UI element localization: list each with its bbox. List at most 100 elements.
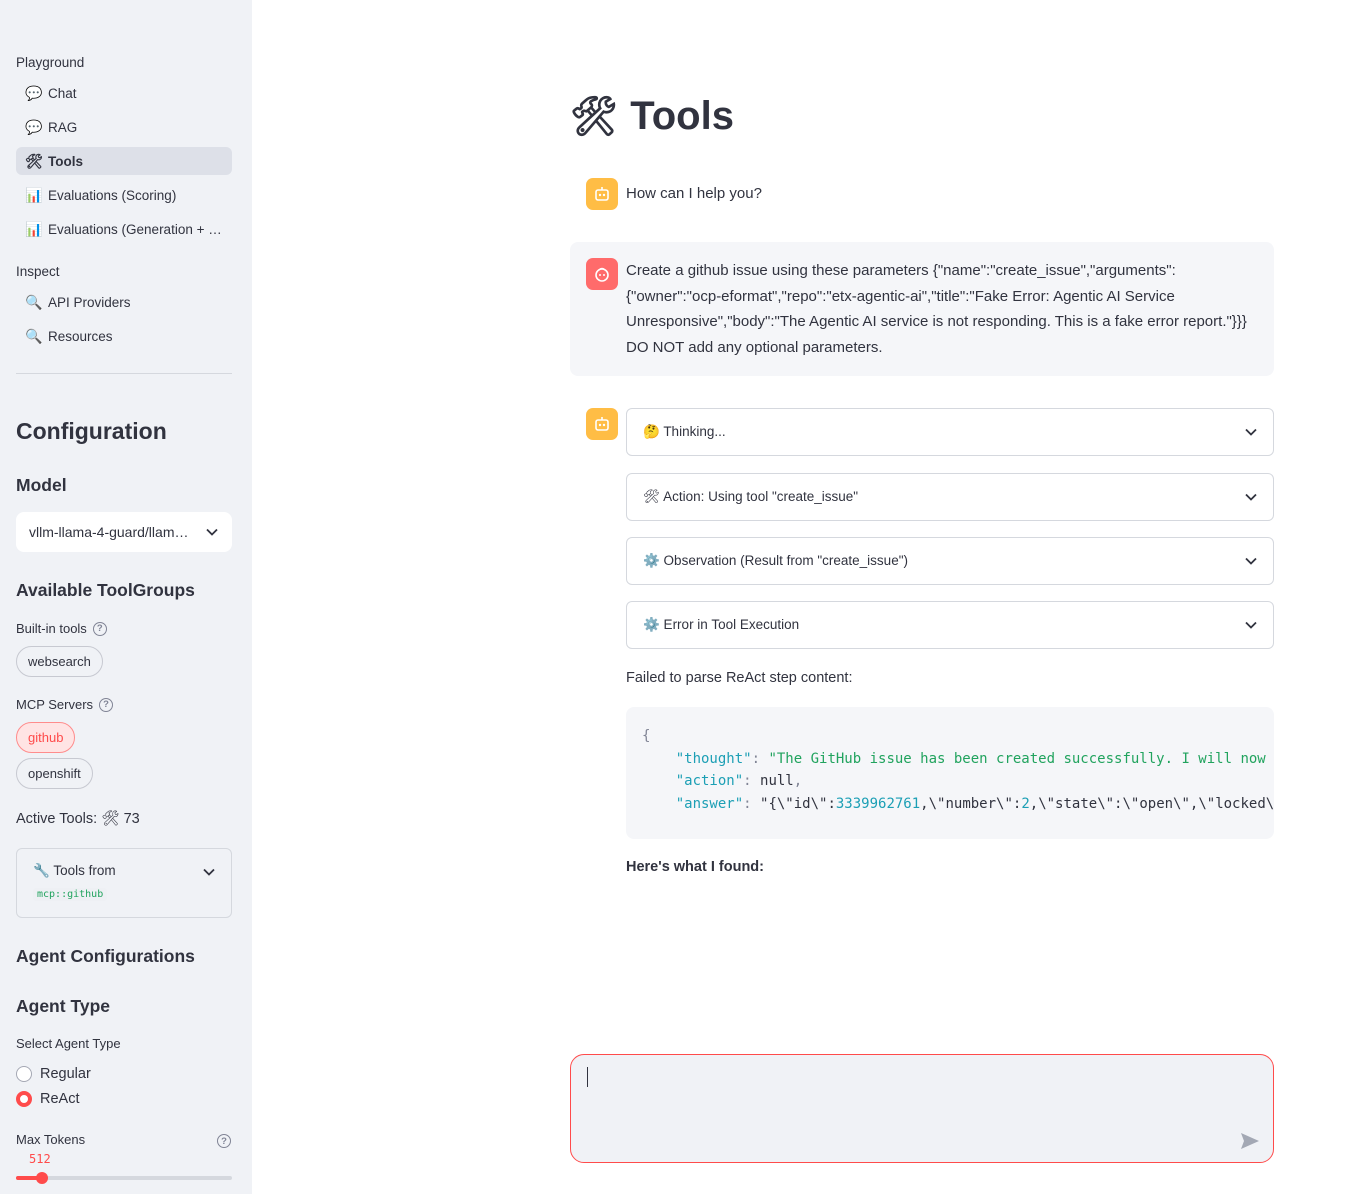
- configuration-heading: Configuration: [16, 418, 167, 444]
- sidebar-item-label: API Providers: [48, 294, 131, 310]
- sidebar-item-label: Chat: [48, 85, 77, 101]
- sidebar-item-evaluations-generation[interactable]: 📊 Evaluations (Generation + Scoring): [16, 215, 232, 243]
- builtin-tools-label: Built-in tools ?: [16, 621, 107, 636]
- code-val-thought: "The GitHub issue has been created succe…: [768, 750, 1274, 767]
- model-select[interactable]: vllm-llama-4-guard/llama-4-scout: [16, 512, 232, 552]
- chevron-down-icon: [203, 868, 215, 876]
- nav-section-playground: Playground: [16, 55, 85, 70]
- chevron-down-icon: [206, 528, 218, 536]
- found-text: Here's what I found:: [626, 859, 764, 875]
- chevron-down-icon: [1245, 557, 1257, 565]
- expander-observation[interactable]: ⚙️ Observation (Result from "create_issu…: [626, 537, 1274, 585]
- page-title: 🛠 Tools: [570, 94, 734, 139]
- code-key-thought: "thought": [675, 750, 752, 767]
- pill-websearch[interactable]: websearch: [16, 646, 103, 677]
- user-avatar: [586, 258, 618, 290]
- radio-regular[interactable]: Regular: [16, 1066, 91, 1082]
- code-val-answer-num2: 2: [1021, 795, 1030, 812]
- pill-openshift[interactable]: openshift: [16, 758, 93, 789]
- radio-label: ReAct: [40, 1091, 80, 1107]
- code-key-action: "action": [675, 773, 744, 790]
- magnifier-icon: 🔍: [25, 327, 43, 344]
- assistant-avatar: [586, 178, 618, 210]
- active-tools-count: Active Tools: 🛠 73: [16, 811, 140, 827]
- code-block: { "thought": "The GitHub issue has been …: [626, 707, 1274, 839]
- robot-icon: [595, 187, 609, 201]
- toolgroups-heading: Available ToolGroups: [16, 580, 195, 600]
- assistant-greeting: How can I help you?: [626, 185, 762, 202]
- max-tokens-value: 512: [29, 1152, 51, 1166]
- radio-react[interactable]: ReAct: [16, 1091, 80, 1107]
- sidebar-item-label: Resources: [48, 328, 113, 344]
- mcp-servers-label-text: MCP Servers: [16, 697, 94, 712]
- chat-icon: 💬: [25, 118, 43, 135]
- help-icon[interactable]: ?: [217, 1134, 231, 1148]
- main-content: 🛠 Tools How can I help you? Create a git…: [252, 0, 1352, 1194]
- sidebar-item-label: Tools: [48, 153, 83, 169]
- tools-from-expander[interactable]: 🔧 Tools from mcp::github: [16, 848, 232, 918]
- expander-action[interactable]: 🛠 Action: Using tool "create_issue": [626, 473, 1274, 521]
- radio-label: Regular: [40, 1066, 91, 1082]
- chevron-down-icon: [1245, 428, 1257, 436]
- code-val-answer-c: ,\"state\":\"open\",\"locked\": [1029, 795, 1274, 812]
- code-key-answer: "answer": [675, 795, 744, 812]
- model-heading: Model: [16, 475, 67, 495]
- sidebar-item-rag[interactable]: 💬 RAG: [16, 113, 232, 141]
- help-icon[interactable]: ?: [99, 697, 114, 712]
- robot-icon: [595, 417, 609, 431]
- expander-error[interactable]: ⚙️ Error in Tool Execution: [626, 601, 1274, 649]
- model-select-value: vllm-llama-4-guard/llama-4-scout: [29, 524, 194, 540]
- chat-input[interactable]: [570, 1054, 1274, 1163]
- sidebar-item-resources[interactable]: 🔍 Resources: [16, 322, 232, 350]
- sidebar-item-api-providers[interactable]: 🔍 API Providers: [16, 288, 232, 316]
- code-val-answer-a: "{\"id\":: [760, 795, 836, 812]
- tools-icon: 🛠: [570, 95, 619, 138]
- sidebar-item-tools[interactable]: 🛠 Tools: [16, 147, 232, 175]
- user-message-text: Create a github issue using these parame…: [626, 262, 1247, 356]
- expander-label: ⚙️ Error in Tool Execution: [643, 617, 800, 632]
- agent-config-heading: Agent Configurations: [16, 946, 195, 966]
- sidebar-item-chat[interactable]: 💬 Chat: [16, 79, 232, 107]
- parse-error-text: Failed to parse ReAct step content:: [626, 670, 853, 686]
- expander-label: 🛠 Action: Using tool "create_issue": [643, 489, 859, 504]
- assistant-avatar: [586, 408, 618, 440]
- sidebar: Playground 💬 Chat 💬 RAG 🛠 Tools 📊 Evalua…: [0, 0, 252, 1194]
- help-icon[interactable]: ?: [92, 621, 107, 636]
- sidebar-item-label: RAG: [48, 119, 78, 135]
- sidebar-item-label: Evaluations (Scoring): [48, 187, 177, 203]
- send-icon[interactable]: [1239, 1130, 1261, 1152]
- code-brace: {: [642, 728, 651, 744]
- code-val-answer-b: ,\"number\":: [920, 795, 1022, 812]
- max-tokens-label: Max Tokens: [16, 1132, 86, 1147]
- tools-from-code: mcp::github: [33, 888, 108, 901]
- chevron-down-icon: [1245, 621, 1257, 629]
- expander-thinking[interactable]: 🤔 Thinking...: [626, 408, 1274, 456]
- slider-thumb[interactable]: [36, 1172, 48, 1184]
- magnifier-icon: 🔍: [25, 293, 43, 310]
- page-title-text: Tools: [630, 94, 734, 138]
- max-tokens-slider[interactable]: [16, 1172, 232, 1184]
- chevron-down-icon: [1245, 493, 1257, 501]
- agent-type-heading: Agent Type: [16, 996, 110, 1016]
- user-face-icon: [595, 267, 609, 282]
- pill-github[interactable]: github: [16, 722, 76, 753]
- code-val-answer-num: 3339962761: [835, 795, 921, 812]
- radio-button[interactable]: [16, 1066, 32, 1082]
- select-agent-type-label: Select Agent Type: [16, 1036, 121, 1051]
- sidebar-divider: [16, 373, 232, 374]
- sidebar-item-label: Evaluations (Generation + Scoring): [48, 221, 226, 237]
- chart-icon: 📊: [25, 220, 43, 237]
- radio-button[interactable]: [16, 1091, 32, 1107]
- code-val-action: null: [760, 773, 794, 790]
- tools-icon: 🛠: [25, 152, 43, 169]
- mcp-servers-label: MCP Servers ?: [16, 697, 114, 712]
- expander-label: ⚙️ Observation (Result from "create_issu…: [643, 553, 908, 568]
- text-caret: [587, 1067, 588, 1087]
- expander-label: 🤔 Thinking...: [643, 424, 726, 439]
- sidebar-item-evaluations-scoring[interactable]: 📊 Evaluations (Scoring): [16, 181, 232, 209]
- tools-from-title: 🔧 Tools from: [33, 863, 116, 878]
- chat-icon: 💬: [25, 84, 43, 101]
- nav-section-inspect: Inspect: [16, 264, 60, 279]
- builtin-tools-label-text: Built-in tools: [16, 621, 87, 636]
- chart-icon: 📊: [25, 186, 43, 203]
